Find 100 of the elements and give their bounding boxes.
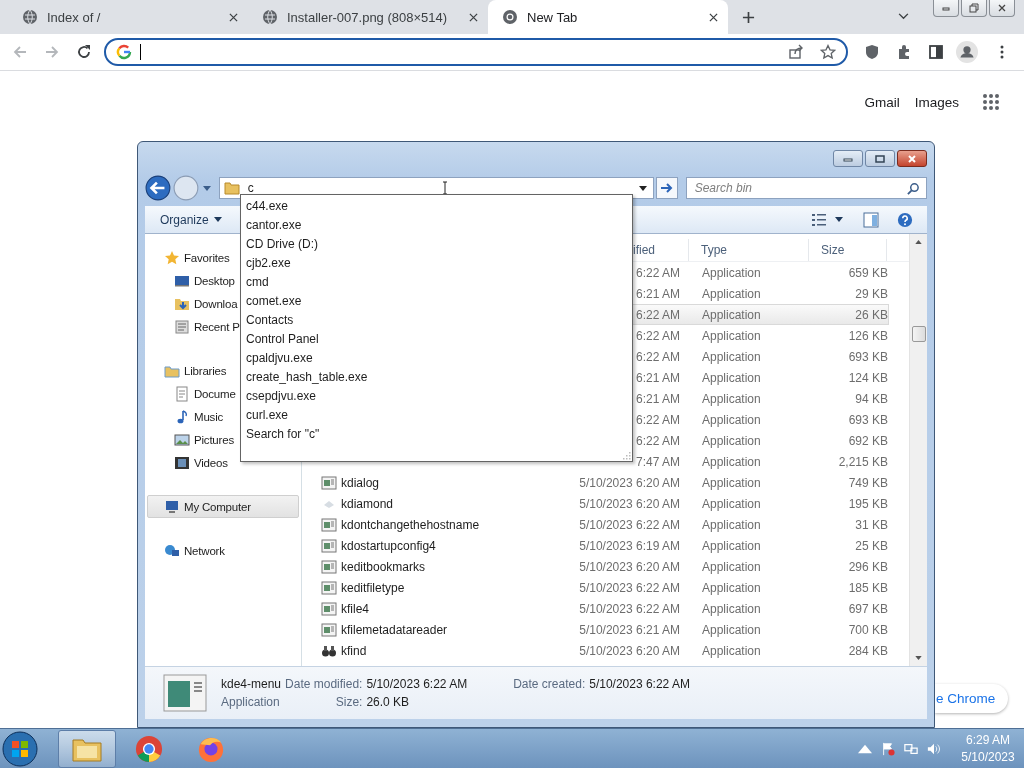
file-name[interactable]: kfind bbox=[341, 643, 367, 658]
column-header[interactable]: Type bbox=[689, 239, 809, 261]
suggestion-item[interactable]: Control Panel bbox=[246, 330, 319, 349]
suggestion-item[interactable]: c44.exe bbox=[246, 197, 289, 216]
nav-item[interactable]: Libraries bbox=[163, 359, 228, 382]
header-link[interactable]: Images bbox=[914, 94, 959, 110]
dropdown-icon[interactable] bbox=[638, 185, 647, 191]
file-name[interactable]: keditbookmarks bbox=[341, 559, 426, 574]
table-cell: 6:22 AM bbox=[635, 412, 680, 427]
close-icon[interactable] bbox=[469, 12, 478, 22]
reload-icon[interactable] bbox=[76, 44, 92, 60]
minimize-button[interactable] bbox=[833, 150, 863, 167]
application-icon bbox=[321, 600, 337, 617]
taskbar-button[interactable] bbox=[58, 729, 116, 768]
nav-item[interactable]: My Computer bbox=[147, 495, 299, 518]
arrow-icon bbox=[659, 182, 674, 194]
suggestion-item[interactable]: csepdjvu.exe bbox=[246, 387, 317, 406]
file-row[interactable]: kfile4 5/10/2023 6:22 AM Application 697 KB bbox=[302, 598, 909, 619]
profile-icon[interactable] bbox=[956, 41, 978, 63]
table-cell: 5/10/2023 6:19 AM bbox=[579, 538, 680, 553]
suggestion-item[interactable]: CD Drive (D:) bbox=[246, 235, 318, 254]
close-button[interactable] bbox=[989, 0, 1015, 17]
file-name[interactable]: kfile4 bbox=[341, 601, 369, 616]
apps-grid-icon[interactable] bbox=[982, 93, 1000, 111]
star-icon[interactable] bbox=[820, 44, 836, 60]
suggestion-item[interactable]: Search for "c" bbox=[246, 425, 320, 444]
maximize-button[interactable] bbox=[865, 150, 895, 167]
file-row[interactable]: kdialog 5/10/2023 6:20 AM Application 749 KB bbox=[302, 472, 909, 493]
nav-item[interactable]: Docume bbox=[173, 382, 237, 405]
customize-button[interactable]: e Chrome bbox=[935, 684, 1008, 713]
nav-item[interactable]: Pictures bbox=[173, 428, 235, 451]
suggestion-item[interactable]: Contacts bbox=[246, 311, 294, 330]
suggestion-item[interactable]: create_hash_table.exe bbox=[246, 368, 368, 387]
nav-item[interactable]: Desktop bbox=[173, 269, 236, 292]
new-tab-icon[interactable] bbox=[742, 11, 755, 24]
caret-icon[interactable] bbox=[835, 217, 843, 222]
nav-item[interactable]: Favorites bbox=[163, 246, 231, 269]
detail-value: 5/10/2023 6:22 AM bbox=[589, 677, 690, 691]
browser-tab[interactable]: New Tab bbox=[488, 0, 728, 34]
file-name[interactable]: keditfiletype bbox=[341, 580, 405, 595]
file-row[interactable]: kfind 5/10/2023 6:20 AM Application 284 KB bbox=[302, 640, 909, 661]
suggestion-item[interactable]: comet.exe bbox=[246, 292, 302, 311]
suggestion-item[interactable]: cpaldjvu.exe bbox=[246, 349, 313, 368]
chevron-icon[interactable] bbox=[898, 13, 909, 20]
scroll-thumb[interactable] bbox=[911, 326, 926, 342]
table-cell: 6:22 AM bbox=[635, 265, 680, 280]
puzzle-icon[interactable] bbox=[896, 44, 912, 60]
flag-icon[interactable] bbox=[881, 741, 895, 756]
application-icon bbox=[321, 516, 337, 533]
file-name[interactable]: kfilemetadatareader bbox=[341, 622, 448, 637]
address-bar[interactable] bbox=[104, 38, 848, 66]
close-icon[interactable] bbox=[229, 12, 238, 22]
side-panel-icon[interactable] bbox=[928, 44, 944, 60]
column-header[interactable]: Size bbox=[809, 239, 887, 261]
search-field[interactable]: Search bin bbox=[685, 177, 927, 199]
share-icon[interactable] bbox=[788, 44, 804, 60]
close-icon[interactable] bbox=[709, 12, 718, 22]
suggestion-item[interactable]: cmd bbox=[246, 273, 269, 292]
file-row[interactable]: keditfiletype 5/10/2023 6:22 AM Application 185 KB bbox=[302, 577, 909, 598]
start-button[interactable] bbox=[2, 730, 38, 767]
scroll-down-icon[interactable] bbox=[915, 656, 922, 660]
suggestion-item[interactable]: cjb2.exe bbox=[246, 254, 291, 273]
volume-icon[interactable] bbox=[927, 741, 941, 756]
scrollbar[interactable] bbox=[909, 234, 927, 666]
header-link[interactable]: Gmail bbox=[864, 94, 900, 110]
file-row[interactable]: kdostartupconfig4 5/10/2023 6:19 AM Application 25 KB bbox=[302, 535, 909, 556]
scroll-up-icon[interactable] bbox=[915, 240, 922, 244]
detail-label: Date modified: bbox=[285, 677, 363, 691]
table-cell: 692 KB bbox=[848, 433, 888, 448]
help-icon[interactable] bbox=[897, 211, 913, 228]
back-icon[interactable] bbox=[145, 175, 171, 201]
minimize-button[interactable] bbox=[933, 0, 959, 17]
close-button[interactable] bbox=[897, 150, 927, 167]
nav-item[interactable]: Videos bbox=[173, 451, 229, 474]
file-name[interactable]: kdontchangethehostname bbox=[341, 517, 480, 532]
pictures-icon bbox=[174, 431, 190, 448]
nav-item[interactable]: Network bbox=[163, 539, 226, 562]
file-name[interactable]: kdialog bbox=[341, 475, 380, 490]
browser-tab[interactable]: Index of / bbox=[8, 0, 248, 34]
restore-button[interactable] bbox=[961, 0, 987, 17]
shield-icon[interactable] bbox=[864, 44, 880, 60]
nav-item[interactable]: Music bbox=[173, 405, 225, 428]
suggestion-item[interactable]: curl.exe bbox=[246, 406, 289, 425]
file-row[interactable]: keditbookmarks 5/10/2023 6:20 AM Application 296 KB bbox=[302, 556, 909, 577]
network-icon[interactable] bbox=[904, 741, 918, 756]
file-row[interactable]: kfilemetadatareader 5/10/2023 6:21 AM Application 700 KB bbox=[302, 619, 909, 640]
suggestion-item[interactable]: cantor.exe bbox=[246, 216, 302, 235]
organize-button[interactable]: Organize bbox=[154, 209, 228, 230]
view-icon[interactable] bbox=[811, 211, 827, 228]
file-row[interactable]: kdiamond 5/10/2023 6:20 AM Application 195 KB bbox=[302, 493, 909, 514]
nav-item[interactable]: Recent P bbox=[173, 315, 241, 338]
go-button[interactable] bbox=[655, 177, 678, 199]
file-row[interactable]: kdontchangethehostname 5/10/2023 6:22 AM Application 31 KB bbox=[302, 514, 909, 535]
browser-tab[interactable]: Installer-007.png (808×514) bbox=[248, 0, 488, 34]
caret-icon bbox=[213, 217, 222, 222]
file-name[interactable]: kdostartupconfig4 bbox=[341, 538, 436, 553]
recent-icon bbox=[174, 318, 190, 335]
resize-grip-icon[interactable] bbox=[621, 450, 631, 460]
nav-item[interactable]: Downloa bbox=[173, 292, 239, 315]
file-name[interactable]: kdiamond bbox=[341, 496, 394, 511]
